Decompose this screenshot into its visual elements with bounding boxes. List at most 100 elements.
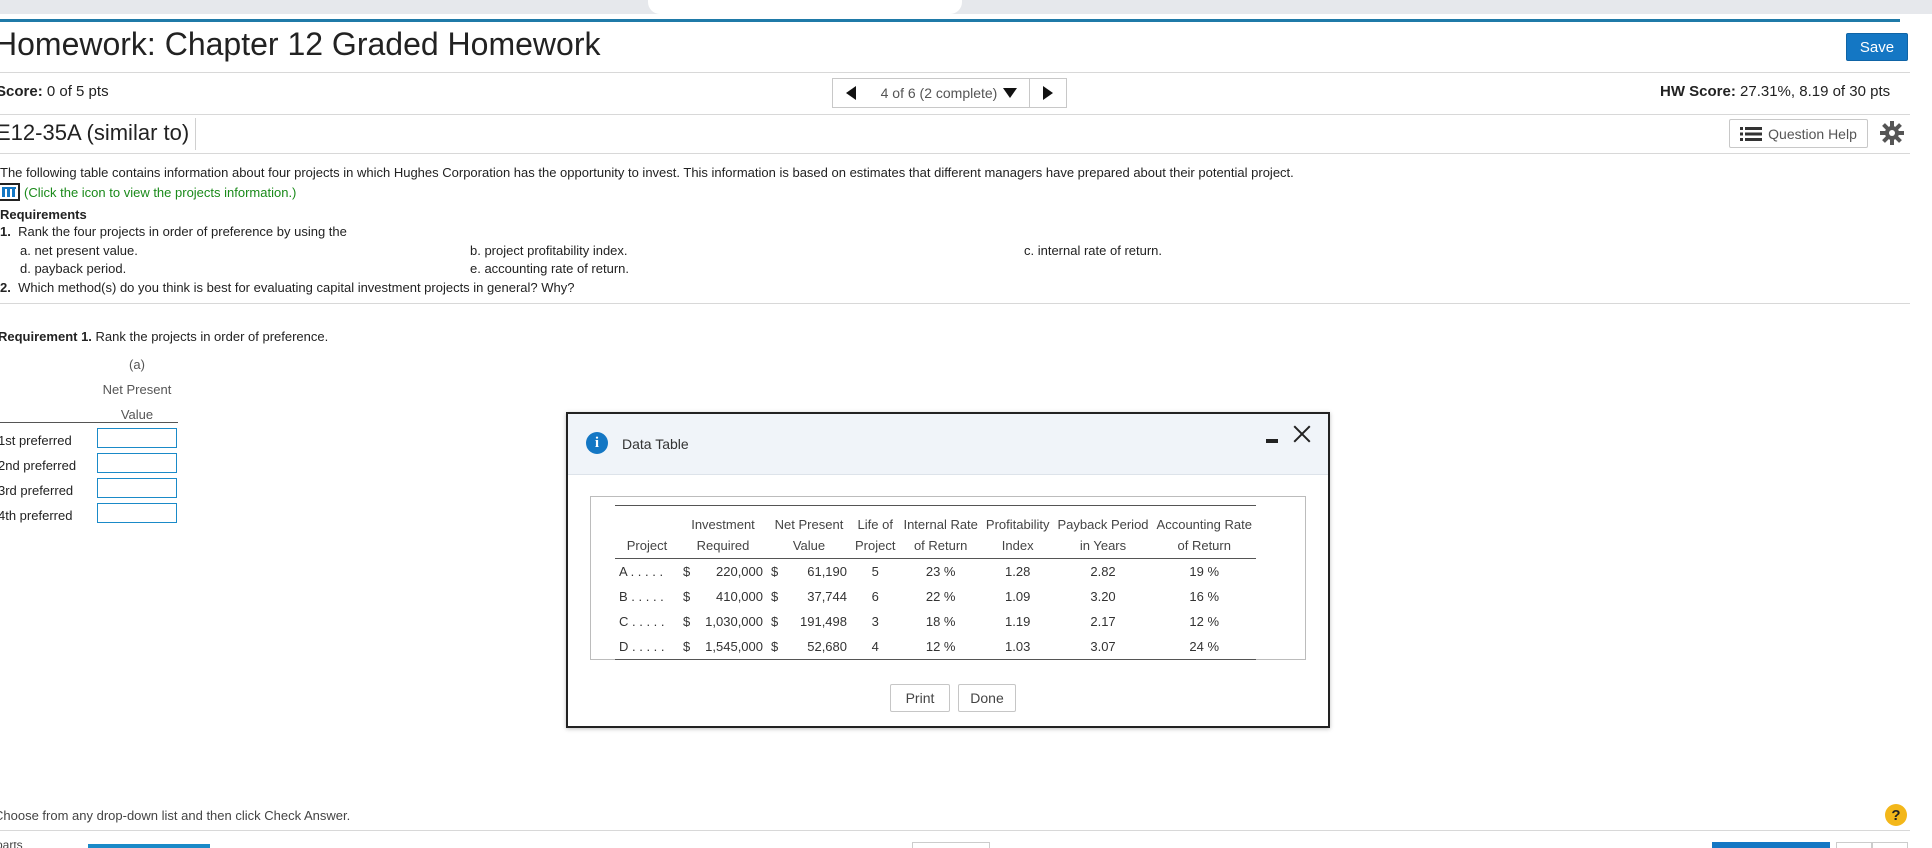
arr-cell: 24 % — [1152, 634, 1256, 660]
rank-label-3: 3rd preferred — [0, 483, 74, 498]
npv-cell: 191,498 — [800, 614, 847, 629]
projects-table: Investment Net Present Life of Internal … — [615, 505, 1256, 660]
investment-cell: 410,000 — [716, 589, 763, 604]
table-row: A . . . . . $ 220,000 $ 61,190 5 23 % 1.… — [615, 559, 1256, 585]
irr-cell: 18 % — [925, 614, 956, 629]
header-cell: Value — [767, 532, 851, 559]
table-row: B . . . . . $ 410,000 $ 37,744 6 22 % 1.… — [615, 584, 1256, 609]
life-cell: 5 — [871, 564, 879, 579]
table-row: D . . . . . $ 1,545,000 $ 52,680 4 12 % … — [615, 634, 1256, 660]
divider — [0, 303, 1910, 304]
header-cell: Accounting Rate — [1152, 505, 1256, 532]
rank-select-3[interactable] — [97, 478, 177, 498]
project-cell: D . . . . . — [615, 634, 679, 660]
question-selector[interactable]: 4 of 6 (2 complete) — [869, 78, 1029, 108]
previous-question-button[interactable] — [832, 78, 870, 108]
sub-item-c: c. internal rate of return. — [1024, 243, 1163, 258]
footer-button[interactable] — [1836, 842, 1872, 848]
data-table-frame: Investment Net Present Life of Internal … — [590, 496, 1306, 660]
help-icon[interactable]: ? — [1885, 804, 1907, 826]
list-icon — [1740, 126, 1763, 141]
question-help-button[interactable]: Question Help — [1729, 119, 1868, 148]
view-info-link[interactable]: (Click the icon to view the projects inf… — [24, 185, 296, 200]
top-tab — [648, 0, 962, 14]
browser-top-bar — [0, 0, 1932, 14]
npv-cell: 61,190 — [807, 564, 847, 579]
rank-label-1: 1st preferred — [0, 433, 72, 448]
pi-cell: 1.19 — [1005, 614, 1031, 629]
data-table-icon[interactable] — [0, 183, 20, 201]
done-button[interactable]: Done — [958, 684, 1016, 712]
currency-cell: $ — [679, 634, 699, 660]
currency-cell: $ — [771, 614, 779, 629]
pi-cell: 1.28 — [1005, 564, 1031, 579]
sub-item-d: d. payback period. — [20, 261, 127, 276]
close-icon[interactable] — [1292, 424, 1312, 444]
print-button[interactable]: Print — [890, 684, 950, 712]
project-cell: B . . . . . — [619, 589, 664, 604]
problem-intro: The following table contains information… — [0, 165, 1294, 180]
arr-cell: 19 % — [1189, 564, 1220, 579]
irr-cell: 12 % — [899, 634, 982, 660]
column-header-rule — [0, 422, 178, 423]
divider — [0, 72, 1910, 73]
header-cell: in Years — [1053, 532, 1153, 559]
next-question-button[interactable] — [1029, 78, 1067, 108]
minimize-icon[interactable] — [1266, 439, 1278, 443]
pi-cell: 1.09 — [1005, 589, 1031, 604]
life-cell: 4 — [851, 634, 900, 660]
divider — [0, 153, 1910, 154]
header-accent-line — [0, 19, 1900, 22]
footer-button[interactable] — [1872, 842, 1908, 848]
header-cell: Project — [615, 532, 679, 559]
parts-progress — [88, 844, 210, 848]
sub-item-e: e. accounting rate of return. — [470, 261, 629, 276]
requirements-title: Requirements — [0, 207, 87, 222]
table-row: C . . . . . $ 1,030,000 $ 191,498 3 18 %… — [615, 609, 1256, 634]
header-cell: Project — [851, 532, 900, 559]
check-answer-button[interactable] — [1712, 842, 1830, 848]
score-label: Score: — [0, 83, 43, 100]
rank-select-1[interactable] — [97, 428, 177, 448]
page-title: Homework: Chapter 12 Graded Homework — [0, 26, 601, 62]
footer-button[interactable] — [912, 842, 990, 848]
header-cell: Index — [981, 532, 1054, 559]
dialog-header: i Data Table — [568, 414, 1328, 475]
req2-number: 2. — [0, 280, 11, 295]
requirement-bold: Requirement 1. — [0, 329, 92, 344]
dialog-title: Data Table — [622, 436, 689, 452]
header-cell: Required — [679, 532, 767, 559]
life-cell: 3 — [871, 614, 879, 629]
question-selector-label: 4 of 6 (2 complete) — [880, 85, 998, 101]
save-button[interactable]: Save — [1846, 33, 1908, 61]
column-letter: (a) — [129, 357, 145, 372]
rank-label-2: 2nd preferred — [0, 458, 77, 473]
divider — [0, 114, 1910, 115]
currency-cell: $ — [683, 614, 691, 629]
hw-score-label: HW Score: — [1660, 83, 1736, 100]
payback-cell: 3.07 — [1053, 634, 1153, 660]
data-table-dialog: i Data Table Investment Net Present Life… — [566, 412, 1330, 728]
irr-cell: 23 % — [925, 564, 956, 579]
currency-cell: $ — [771, 589, 779, 604]
npv-cell: 52,680 — [787, 634, 851, 660]
req1-text: Rank the four projects in order of prefe… — [18, 224, 347, 239]
header-cell — [615, 505, 679, 532]
parts-label: parts — [0, 842, 23, 848]
currency-cell: $ — [683, 589, 691, 604]
header-cell: of Return — [899, 532, 982, 559]
homework-score: HW Score: 27.31%, 8.19 of 30 pts — [1660, 83, 1890, 100]
requirement-1-prompt: Requirement 1. Rank the projects in orde… — [0, 329, 328, 344]
arr-cell: 12 % — [1189, 614, 1220, 629]
gear-icon[interactable] — [1880, 121, 1904, 145]
rank-select-2[interactable] — [97, 453, 177, 473]
rank-select-4[interactable] — [97, 503, 177, 523]
pi-cell: 1.03 — [981, 634, 1054, 660]
npv-cell: 37,744 — [807, 589, 847, 604]
score-value: 0 of 5 pts — [46, 83, 109, 100]
project-cell: A . . . . . — [619, 564, 664, 579]
header-cell: of Return — [1152, 532, 1256, 559]
currency-cell: $ — [771, 564, 779, 579]
header-cell: Payback Period — [1053, 505, 1153, 532]
question-id: E12-35A (similar to) — [0, 118, 197, 150]
